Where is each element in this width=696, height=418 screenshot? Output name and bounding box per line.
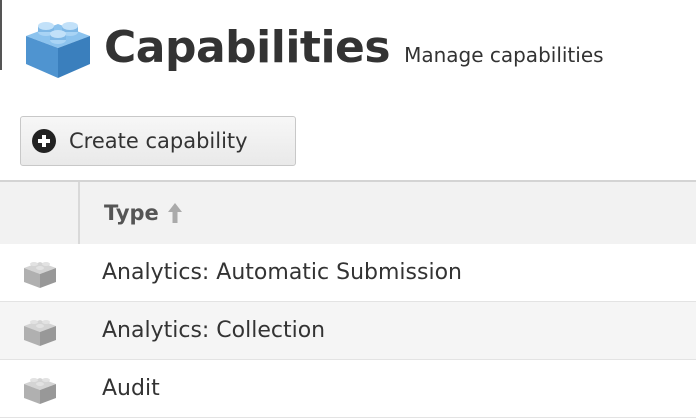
row-icon-cell	[0, 314, 80, 348]
row-type: Analytics: Automatic Submission	[102, 260, 462, 285]
page: Capabilities Manage capabilities Create …	[0, 0, 696, 418]
capability-brick-icon	[24, 261, 56, 288]
create-capability-button[interactable]: Create capability	[20, 116, 296, 166]
type-column-header[interactable]: Type	[80, 182, 183, 244]
plus-circle-icon	[32, 129, 56, 153]
capability-brick-icon	[26, 22, 90, 78]
page-header: Capabilities Manage capabilities	[22, 12, 604, 82]
table-row[interactable]: Analytics: Collection	[0, 302, 696, 360]
capabilities-table: Type Analytics: Automatic Submission Ana…	[0, 180, 696, 418]
row-icon-cell	[0, 256, 80, 290]
table-row[interactable]: Audit	[0, 360, 696, 418]
table-header: Type	[0, 180, 696, 244]
create-capability-label: Create capability	[69, 129, 248, 153]
page-title: Capabilities	[104, 21, 391, 73]
table-row[interactable]: Analytics: Automatic Submission	[0, 244, 696, 302]
page-subtitle: Manage capabilities	[404, 43, 604, 67]
arrow-up-icon	[167, 203, 182, 223]
capability-brick-icon	[24, 319, 56, 346]
row-type: Analytics: Collection	[102, 318, 326, 343]
icon-column-header	[0, 182, 80, 244]
row-type: Audit	[102, 376, 160, 401]
capability-brick-icon	[24, 377, 56, 404]
type-column-label: Type	[104, 201, 159, 225]
row-icon-cell	[0, 372, 80, 406]
left-edge-divider	[0, 0, 2, 70]
